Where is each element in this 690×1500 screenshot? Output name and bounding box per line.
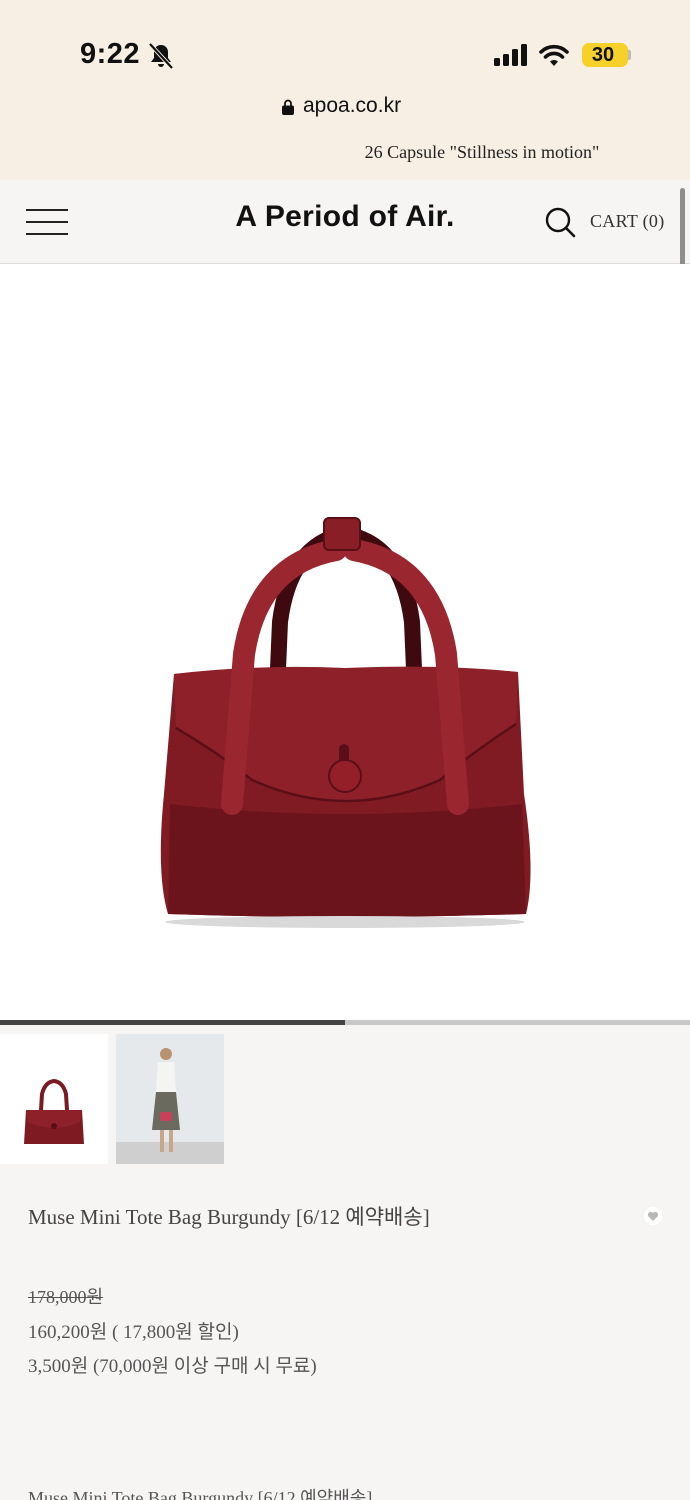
cellular-signal-icon [494,44,527,66]
cart-link[interactable]: CART (0) [590,211,665,232]
original-price: 178,000원 [28,1287,104,1307]
status-time: 9:22 [80,38,141,70]
bell-slash-icon [148,42,174,70]
battery-level: 30 [591,44,615,66]
model-photo-icon [116,1034,224,1164]
gallery-progress-fill [0,1020,345,1025]
site-logo[interactable]: A Period of Air. [0,200,690,234]
shipping-fee: 3,500원 (70,000원 이상 구매 시 무료) [28,1356,317,1377]
thumbnail-model[interactable] [116,1034,224,1164]
site-header: A Period of Air. CART (0) [0,180,690,264]
bag-thumbnail-icon [24,1078,84,1144]
gallery-progress-bar [0,1020,690,1025]
wifi-icon [539,44,569,66]
product-main-image[interactable] [0,264,690,1020]
option-product-title: Muse Mini Tote Bag Burgundy [6/12 예약배송] [28,1488,373,1500]
sale-price: 160,200원 ( 17,800원 할인) [28,1322,239,1343]
address-bar-url[interactable]: apoa.co.kr [303,94,401,118]
burgundy-tote-bag-image [160,517,531,928]
browser-chrome: 9:22 30 apoa.co.kr 26 Capsule "Stillness… [0,0,690,180]
product-title: Muse Mini Tote Bag Burgundy [6/12 예약배송] [28,1205,430,1229]
heart-icon[interactable] [642,1207,664,1225]
thumbnail-bag[interactable] [0,1034,108,1164]
announcement-banner[interactable]: 26 Capsule "Stillness in motion" [0,142,690,163]
search-icon[interactable] [544,206,576,238]
battery-cap [628,50,631,60]
lock-icon [282,99,294,115]
